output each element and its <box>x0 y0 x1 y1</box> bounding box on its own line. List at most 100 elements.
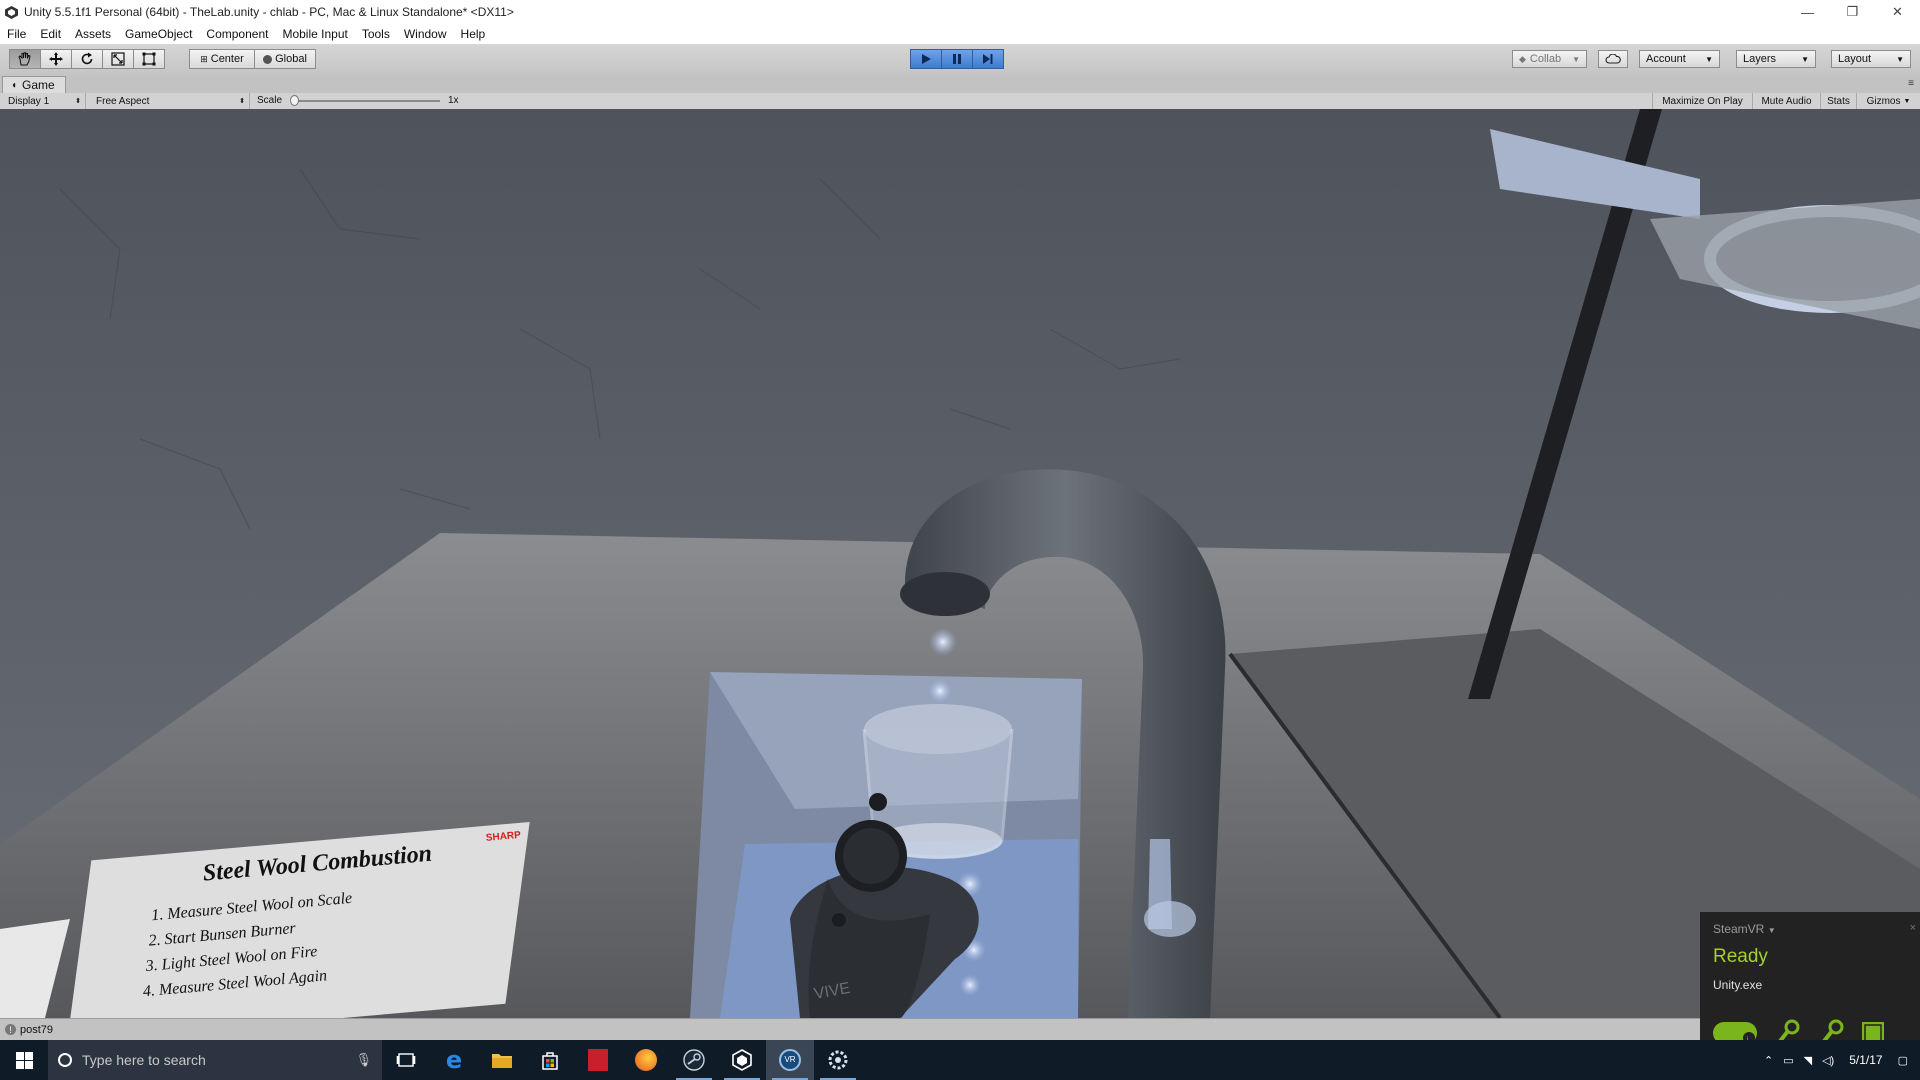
tray-overflow-icon[interactable]: ⌃ <box>1759 1054 1778 1067</box>
rotate-icon <box>81 52 93 65</box>
firefox-icon <box>635 1049 657 1071</box>
account-dropdown[interactable]: Account ▼ <box>1639 50 1720 68</box>
cortana-circle-icon <box>58 1053 72 1067</box>
clock-date[interactable]: 5/1/17 <box>1839 1053 1892 1067</box>
collab-dropdown[interactable]: ◆ Collab ▼ <box>1512 50 1587 68</box>
rotate-tool-button[interactable] <box>71 49 103 69</box>
pause-button[interactable] <box>941 49 973 69</box>
store-bag-icon <box>542 1052 558 1070</box>
menu-file[interactable]: File <box>0 27 33 41</box>
scale-tool-button[interactable] <box>102 49 134 69</box>
red-app-icon <box>588 1049 608 1071</box>
lab-scene: VIVE Steel Wool Combustion SHARP 1. Meas… <box>0 109 1920 1018</box>
menu-assets[interactable]: Assets <box>68 27 118 41</box>
unity-logo-icon <box>4 5 18 19</box>
console-status-bar[interactable]: ! post79 <box>0 1018 1920 1040</box>
red-app-button[interactable] <box>574 1040 622 1080</box>
step-button[interactable] <box>972 49 1004 69</box>
steamvr-status-window[interactable]: SteamVR ▼ × Ready Unity.exe i <box>1700 912 1920 1047</box>
mute-audio-label: Mute Audio <box>1761 95 1812 107</box>
main-toolbar: ⊞ Center Global ◆ Collab ▼ Account ▼ Lay… <box>0 44 1920 77</box>
microphone-icon[interactable]: 🎙 <box>355 1052 372 1068</box>
edge-icon: e <box>445 1046 463 1074</box>
taskbar-search-box[interactable]: Type here to search 🎙 <box>48 1040 382 1080</box>
gizmos-dropdown[interactable]: Gizmos ▼ <box>1856 93 1920 109</box>
menu-help[interactable]: Help <box>454 27 493 41</box>
stats-toggle[interactable]: Stats <box>1820 93 1856 109</box>
aspect-dropdown[interactable]: Free Aspect ⬍ <box>88 93 250 109</box>
game-view-toolbar: Display 1 ⬍ Free Aspect ⬍ Scale 1x Maxim… <box>0 93 1920 110</box>
pivot-global-button[interactable]: Global <box>254 49 316 69</box>
restore-button[interactable]: ❐ <box>1830 0 1875 24</box>
chevron-updown-icon: ⬍ <box>75 98 81 105</box>
layout-dropdown[interactable]: Layout ▼ <box>1831 50 1911 68</box>
menu-mobile-input[interactable]: Mobile Input <box>275 27 354 41</box>
tray-battery-icon[interactable]: ▭ <box>1778 1054 1798 1067</box>
play-icon <box>922 54 931 64</box>
hand-icon <box>18 52 31 66</box>
menu-component[interactable]: Component <box>199 27 275 41</box>
move-tool-button[interactable] <box>40 49 72 69</box>
layers-dropdown[interactable]: Layers ▼ <box>1736 50 1816 68</box>
tray-network-icon[interactable]: ◥ <box>1799 1054 1817 1067</box>
firefox-button[interactable] <box>622 1040 670 1080</box>
task-view-button[interactable] <box>382 1040 430 1080</box>
unity-button[interactable] <box>718 1040 766 1080</box>
game-viewport[interactable]: VIVE Steel Wool Combustion SHARP 1. Meas… <box>0 109 1920 1018</box>
window-title-bar[interactable]: Unity 5.5.1f1 Personal (64bit) - TheLab.… <box>0 0 1920 24</box>
close-button[interactable]: ✕ <box>1875 0 1920 24</box>
mute-audio-toggle[interactable]: Mute Audio <box>1752 93 1820 109</box>
chevron-down-icon: ▼ <box>1896 54 1904 64</box>
move-arrows-icon <box>49 52 63 66</box>
chevron-down-icon: ▼ <box>1572 54 1580 64</box>
cloud-button[interactable] <box>1598 50 1628 68</box>
collab-icon: ◆ <box>1519 53 1526 64</box>
pivot-icon: ⊞ <box>200 53 208 64</box>
display-dropdown[interactable]: Display 1 ⬍ <box>0 93 86 109</box>
pivot-center-button[interactable]: ⊞ Center <box>189 49 255 69</box>
maximize-on-play-toggle[interactable]: Maximize On Play <box>1652 93 1752 109</box>
scale-slider-thumb[interactable] <box>290 95 299 106</box>
file-explorer-button[interactable] <box>478 1040 526 1080</box>
window-title: Unity 5.5.1f1 Personal (64bit) - TheLab.… <box>24 5 514 19</box>
search-placeholder: Type here to search <box>82 1052 206 1068</box>
hand-tool-button[interactable] <box>9 49 41 69</box>
start-button[interactable] <box>0 1040 48 1080</box>
scale-slider-track[interactable] <box>294 100 440 102</box>
display-label: Display 1 <box>8 95 50 107</box>
globe-icon <box>263 54 273 64</box>
menu-gameobject[interactable]: GameObject <box>118 27 199 41</box>
action-center-icon[interactable]: ▢ <box>1893 1054 1920 1067</box>
menu-tools[interactable]: Tools <box>355 27 397 41</box>
steam-button[interactable] <box>670 1040 718 1080</box>
menu-edit[interactable]: Edit <box>33 27 68 41</box>
maximize-on-play-label: Maximize On Play <box>1662 95 1743 107</box>
tab-menu-icon[interactable]: ≡ <box>1908 78 1914 89</box>
chevron-down-icon: ▼ <box>1767 926 1776 935</box>
windows-logo-icon <box>15 1051 33 1069</box>
transform-tools <box>9 49 165 69</box>
unity-icon <box>732 1049 752 1071</box>
steamvr-menu[interactable]: SteamVR ▼ <box>1713 922 1776 936</box>
app-button[interactable] <box>814 1040 862 1080</box>
steamvr-close-icon[interactable]: × <box>1910 922 1916 934</box>
task-view-icon <box>396 1053 416 1067</box>
steamvr-icon: VR <box>779 1049 801 1071</box>
store-button[interactable] <box>526 1040 574 1080</box>
tray-volume-icon[interactable]: ◁) <box>1817 1054 1839 1067</box>
edge-browser-button[interactable]: e <box>430 1040 478 1080</box>
tab-game[interactable]: ◖ Game <box>2 76 66 93</box>
status-message: post79 <box>20 1023 54 1036</box>
aspect-label: Free Aspect <box>96 95 150 107</box>
minimize-button[interactable]: — <box>1785 0 1830 24</box>
rect-tool-button[interactable] <box>133 49 165 69</box>
rect-transform-icon <box>142 52 156 66</box>
steamvr-button[interactable]: VR <box>766 1040 814 1080</box>
scale-label: Scale <box>257 95 283 106</box>
chevron-down-icon: ▼ <box>1903 97 1911 105</box>
menu-window[interactable]: Window <box>397 27 454 41</box>
pivot-toggles: ⊞ Center Global <box>189 49 316 69</box>
folder-icon <box>492 1054 512 1068</box>
play-button[interactable] <box>910 49 942 69</box>
pause-icon <box>953 54 961 64</box>
